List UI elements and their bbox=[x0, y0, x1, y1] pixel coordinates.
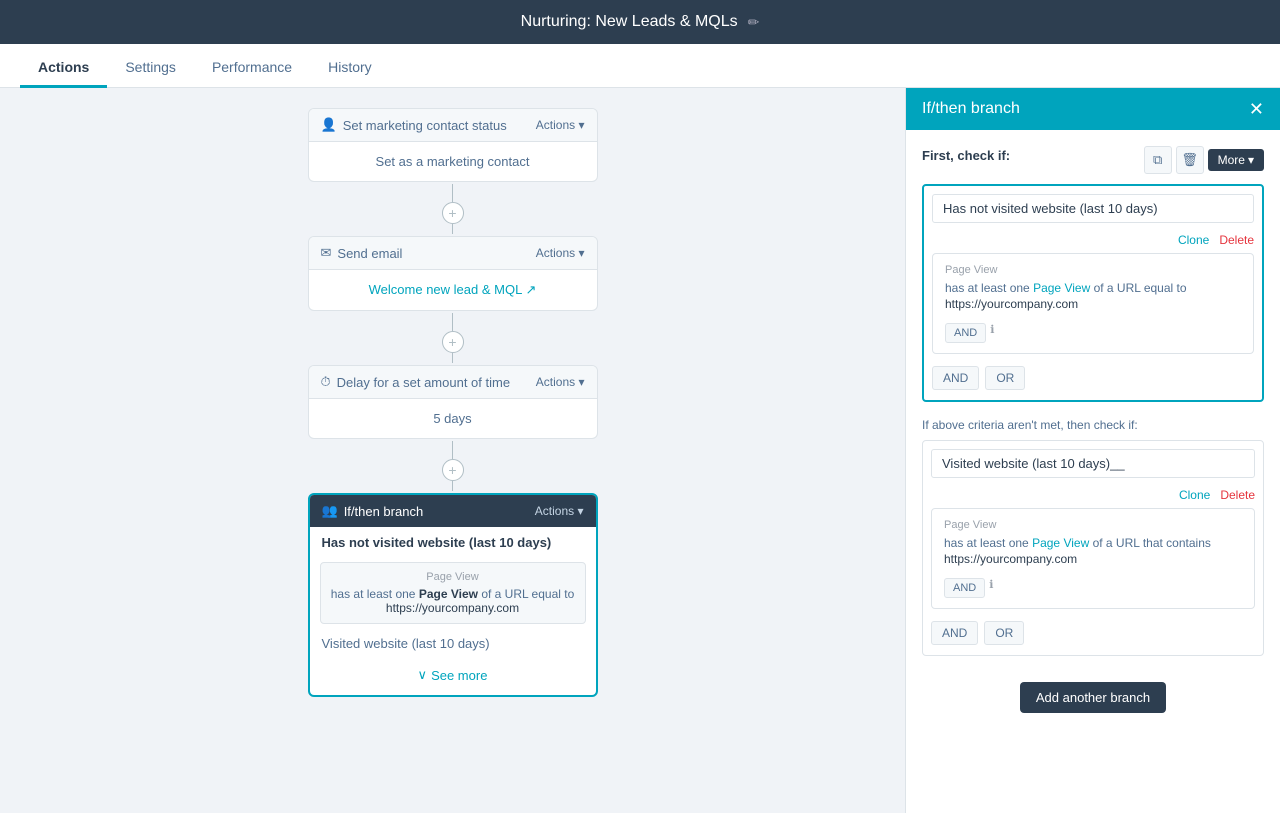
add-step-btn-1[interactable]: + bbox=[442, 202, 464, 224]
panel-close-btn[interactable]: ✕ bbox=[1249, 100, 1264, 118]
workflow-canvas: 👤 Set marketing contact status Actions ▾… bbox=[0, 88, 905, 813]
tab-performance[interactable]: Performance bbox=[194, 49, 310, 88]
branch1-condition-card: Page View has at least one Page View of … bbox=[932, 253, 1254, 354]
chevron-down-icon-more: ▾ bbox=[1248, 153, 1254, 167]
branch2-condition-label: Page View bbox=[944, 519, 1242, 531]
second-check-label: If above criteria aren't met, then check… bbox=[922, 418, 1264, 432]
branch2-card: Clone Delete Page View has at least one … bbox=[922, 440, 1264, 656]
external-link-icon: ↗ bbox=[525, 282, 536, 297]
connector-line-after-2 bbox=[452, 353, 453, 363]
branch2-condition-url: https://yourcompany.com bbox=[944, 552, 1242, 566]
delete-branch-toolbar-btn[interactable]: 🗑 bbox=[1176, 146, 1204, 174]
node-header-label-set-marketing: Set marketing contact status bbox=[343, 118, 507, 133]
add-step-btn-2[interactable]: + bbox=[442, 331, 464, 353]
add-step-btn-3[interactable]: + bbox=[442, 459, 464, 481]
node-header-set-marketing: 👤 Set marketing contact status Actions ▾ bbox=[309, 109, 597, 142]
branch2-add-condition-row: AND OR bbox=[923, 617, 1263, 655]
email-icon: ✉ bbox=[321, 245, 332, 261]
branch2-name-input[interactable] bbox=[931, 449, 1255, 478]
branch1-condition-url: https://yourcompany.com bbox=[945, 297, 1241, 311]
tab-actions[interactable]: Actions bbox=[20, 49, 107, 88]
info-icon-1: ℹ bbox=[990, 323, 994, 336]
connector-3: + bbox=[442, 441, 464, 491]
topbar: Nurturing: New Leads & MQLs ✏ bbox=[0, 0, 1280, 44]
node-header-label-delay: Delay for a set amount of time bbox=[337, 375, 510, 390]
panel-body: First, check if: ⧉ 🗑 More ▾ Clone D bbox=[906, 130, 1280, 813]
connector-line-1 bbox=[452, 184, 453, 202]
branch1-condition-label-node: Page View bbox=[331, 571, 575, 583]
tab-settings[interactable]: Settings bbox=[107, 49, 194, 88]
branch1-delete-btn[interactable]: Delete bbox=[1219, 233, 1254, 247]
branch1-add-and-btn[interactable]: AND bbox=[932, 366, 979, 390]
first-check-label: First, check if: bbox=[922, 148, 1010, 163]
branch2-add-or-btn[interactable]: OR bbox=[984, 621, 1024, 645]
node-header-label-send-email: Send email bbox=[337, 246, 402, 261]
node-delay: ⏱ Delay for a set amount of time Actions… bbox=[308, 365, 598, 439]
branch1-add-or-btn[interactable]: OR bbox=[985, 366, 1025, 390]
user-icon: 👤 bbox=[321, 117, 337, 133]
branch2-delete-btn[interactable]: Delete bbox=[1220, 488, 1255, 502]
more-btn[interactable]: More ▾ bbox=[1208, 149, 1264, 171]
chevron-down-icon: ∨ bbox=[418, 667, 428, 683]
connector-line-2 bbox=[452, 313, 453, 331]
add-branch-btn[interactable]: Add another branch bbox=[1020, 682, 1166, 713]
copy-branch-toolbar-btn[interactable]: ⧉ bbox=[1144, 146, 1172, 174]
info-icon-2: ℹ bbox=[989, 578, 993, 591]
panel-header: If/then branch ✕ bbox=[906, 88, 1280, 130]
branch1-actions-row: Clone Delete bbox=[924, 231, 1262, 253]
branch1-and-btn[interactable]: AND bbox=[945, 323, 986, 343]
branch2-actions-row: Clone Delete bbox=[923, 486, 1263, 508]
branch2-condition-card: Page View has at least one Page View of … bbox=[931, 508, 1255, 609]
see-more-btn[interactable]: ∨ See more bbox=[310, 659, 596, 691]
branch2-condition-text: has at least one Page View of a URL that… bbox=[944, 535, 1242, 552]
branch2-add-and-btn[interactable]: AND bbox=[931, 621, 978, 645]
branch1-condition-text: has at least one Page View of a URL equa… bbox=[945, 280, 1241, 297]
node-actions-btn-set-marketing[interactable]: Actions ▾ bbox=[536, 118, 585, 132]
connector-2: + bbox=[442, 313, 464, 363]
panel-title: If/then branch bbox=[922, 100, 1020, 118]
connector-1: + bbox=[442, 184, 464, 234]
branch2-clone-btn[interactable]: Clone bbox=[1179, 488, 1210, 502]
node-actions-btn-send-email[interactable]: Actions ▾ bbox=[536, 246, 585, 260]
node-header-delay: ⏱ Delay for a set amount of time Actions… bbox=[309, 366, 597, 399]
workflow-title: Nurturing: New Leads & MQLs bbox=[521, 13, 738, 31]
nav-tabs: Actions Settings Performance History bbox=[0, 44, 1280, 88]
node-actions-btn-ifthen[interactable]: Actions ▾ bbox=[535, 504, 584, 518]
branch1-add-condition-row: AND OR bbox=[924, 362, 1262, 400]
node-body-set-marketing: Set as a marketing contact bbox=[309, 142, 597, 181]
node-header-label-ifthen: If/then branch bbox=[344, 504, 424, 519]
branch1-condition-text-node: has at least one Page View of a URL equa… bbox=[331, 587, 575, 615]
branch1-clone-btn[interactable]: Clone bbox=[1178, 233, 1209, 247]
branch1-name-input[interactable] bbox=[932, 194, 1254, 223]
branch1-condition-label: Page View bbox=[945, 264, 1241, 276]
connector-line-after-3 bbox=[452, 481, 453, 491]
connector-line-after-1 bbox=[452, 224, 453, 234]
tab-history[interactable]: History bbox=[310, 49, 390, 88]
branch1-card: Clone Delete Page View has at least one … bbox=[922, 184, 1264, 402]
node-set-marketing: 👤 Set marketing contact status Actions ▾… bbox=[308, 108, 598, 182]
edit-title-icon[interactable]: ✏ bbox=[748, 14, 760, 31]
delay-icon: ⏱ bbox=[321, 374, 331, 390]
branch-icon: 👥 bbox=[322, 503, 338, 519]
node-actions-btn-delay[interactable]: Actions ▾ bbox=[536, 375, 585, 389]
email-link[interactable]: Welcome new lead & MQL ↗ bbox=[369, 282, 537, 297]
right-panel: If/then branch ✕ First, check if: ⧉ 🗑 Mo… bbox=[905, 88, 1280, 813]
connector-line-3 bbox=[452, 441, 453, 459]
branch1-condition-node: Page View has at least one Page View of … bbox=[320, 562, 586, 624]
node-ifthen: 👥 If/then branch Actions ▾ Has not visit… bbox=[308, 493, 598, 697]
branch2-title-node: Visited website (last 10 days) bbox=[310, 632, 596, 659]
node-header-ifthen: 👥 If/then branch Actions ▾ bbox=[310, 495, 596, 527]
node-header-send-email: ✉ Send email Actions ▾ bbox=[309, 237, 597, 270]
branch1-title-node: Has not visited website (last 10 days) bbox=[310, 527, 596, 554]
main-layout: 👤 Set marketing contact status Actions ▾… bbox=[0, 88, 1280, 813]
node-body-send-email: Welcome new lead & MQL ↗ bbox=[309, 270, 597, 310]
node-body-delay: 5 days bbox=[309, 399, 597, 438]
branch2-and-btn[interactable]: AND bbox=[944, 578, 985, 598]
node-send-email: ✉ Send email Actions ▾ Welcome new lead … bbox=[308, 236, 598, 311]
